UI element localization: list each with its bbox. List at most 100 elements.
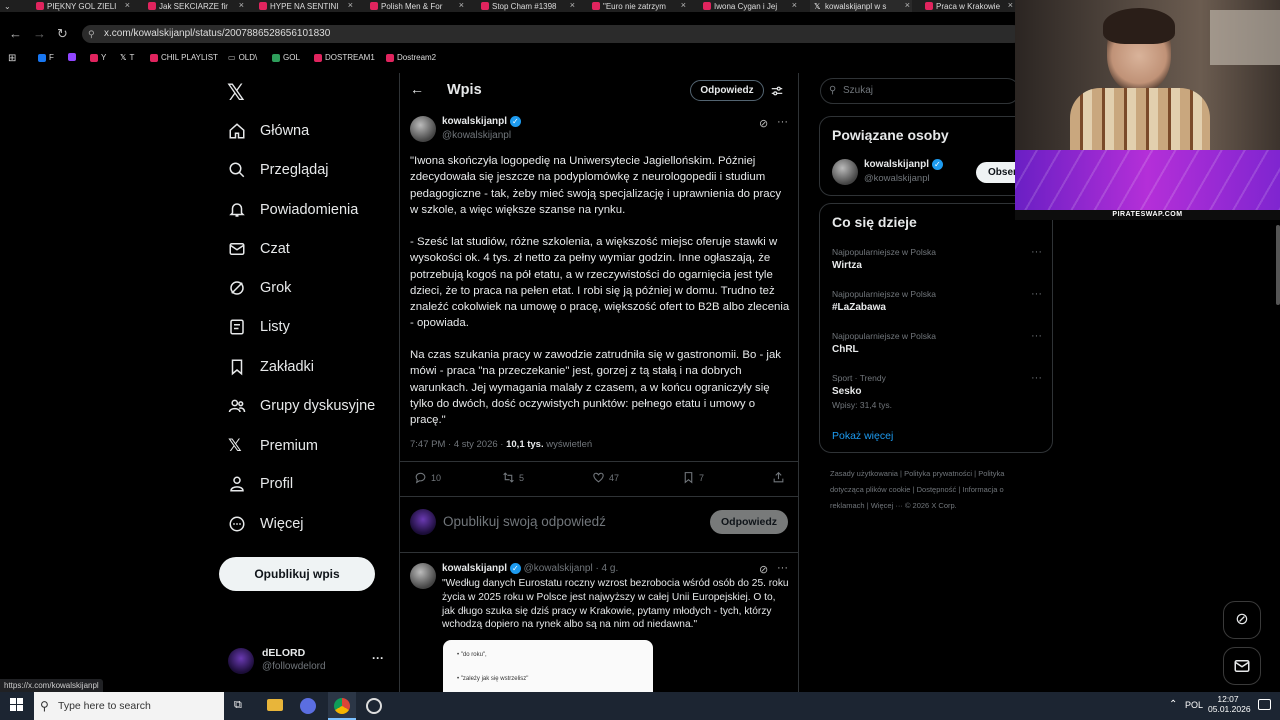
footer-link[interactable]: Więcej ··· bbox=[871, 501, 903, 510]
nav-item-bookmarks[interactable]: Zakładki bbox=[228, 358, 314, 376]
trend-item[interactable]: Najpopularniejsze w Polska #LaZabawa ··· bbox=[820, 284, 1052, 324]
trend-item[interactable]: Sport · Trendy Sesko Wpisy: 31,4 tys. ··… bbox=[820, 368, 1052, 418]
file-explorer-icon[interactable] bbox=[267, 699, 283, 711]
more-dots-icon[interactable]: ··· bbox=[372, 651, 384, 665]
browser-tab[interactable]: Stop Cham #1398 × bbox=[477, 0, 577, 12]
close-icon[interactable]: × bbox=[570, 0, 575, 10]
avatar[interactable] bbox=[832, 159, 858, 185]
nav-item-communities[interactable]: Grupy dyskusyjne bbox=[228, 397, 375, 415]
more-dots-icon[interactable]: ··· bbox=[1031, 288, 1042, 300]
forward-arrow-icon[interactable]: → bbox=[33, 26, 46, 41]
tab-list-button[interactable]: ⌄ bbox=[0, 0, 20, 12]
nav-item-more[interactable]: Więcej bbox=[228, 515, 304, 533]
avatar[interactable] bbox=[410, 563, 436, 589]
browser-tab[interactable]: Praca w Krakowie × bbox=[921, 0, 1015, 12]
close-icon[interactable]: × bbox=[681, 0, 686, 10]
bookmark-item[interactable]: GOL bbox=[272, 53, 300, 62]
grok-float-button[interactable]: ⊘ bbox=[1223, 601, 1261, 639]
nav-item-chat[interactable]: Czat bbox=[228, 240, 290, 258]
bookmark-item[interactable]: Dostream2 bbox=[386, 53, 436, 62]
reply-tweet-header[interactable]: kowalskijanpl ✓ @kowalskijanpl · 4 g. bbox=[442, 563, 618, 574]
site-info-icon[interactable]: ⚲ bbox=[88, 25, 95, 43]
bookmark-folder[interactable]: ▭ OLD\ bbox=[228, 53, 257, 62]
nav-item-grok[interactable]: Grok bbox=[228, 279, 291, 297]
reply-header-button[interactable]: Odpowiedz bbox=[690, 80, 764, 101]
bookmark-item[interactable] bbox=[68, 53, 76, 61]
nav-item-notifications[interactable]: Powiadomienia bbox=[228, 201, 358, 219]
show-more-link[interactable]: Pokaż więcej bbox=[832, 430, 893, 442]
reply-input[interactable]: Opublikuj swoją odpowiedź bbox=[443, 514, 606, 529]
reload-icon[interactable]: ↻ bbox=[57, 26, 68, 42]
page-scrollbar[interactable] bbox=[1276, 225, 1280, 305]
apps-grid-icon[interactable]: ⊞ bbox=[8, 53, 16, 64]
settings-sliders-icon[interactable] bbox=[770, 84, 784, 98]
more-dots-icon[interactable]: ··· bbox=[1031, 372, 1042, 384]
footer-link[interactable]: Zasady użytkowania bbox=[830, 469, 898, 478]
like-action[interactable]: 47 bbox=[592, 471, 619, 484]
nav-item-profile[interactable]: Profil bbox=[228, 475, 293, 493]
search-input[interactable]: ⚲ Szukaj bbox=[820, 78, 1020, 104]
close-icon[interactable]: × bbox=[1008, 0, 1013, 10]
browser-tab[interactable]: HYPE NA SENTINI × bbox=[255, 0, 355, 12]
post-button[interactable]: Opublikuj wpis bbox=[219, 557, 375, 591]
browser-tab[interactable]: Polish Men & For × bbox=[366, 0, 466, 12]
account-switcher[interactable]: dELORD @followdelord ··· bbox=[228, 646, 388, 678]
back-arrow-icon[interactable]: ← bbox=[9, 26, 22, 41]
notification-icon[interactable] bbox=[1258, 699, 1271, 710]
nav-item-home[interactable]: Główna bbox=[228, 122, 309, 140]
trend-item[interactable]: Najpopularniejsze w Polska Wirtza ··· bbox=[820, 242, 1052, 282]
input-language[interactable]: POL bbox=[1185, 700, 1203, 710]
footer-link[interactable]: Dostępność bbox=[917, 485, 957, 494]
close-icon[interactable]: × bbox=[348, 0, 353, 10]
x-logo-icon[interactable]: 𝕏 bbox=[227, 80, 245, 106]
footer-link[interactable]: Polityka prywatności bbox=[904, 469, 972, 478]
browser-tab[interactable]: "Euro nie zatrzym × bbox=[588, 0, 688, 12]
windows-start-icon[interactable] bbox=[10, 698, 24, 712]
browser-tab-active[interactable]: 𝕏kowalskijanpl w s × bbox=[810, 0, 912, 12]
trend-item[interactable]: Najpopularniejsze w Polska ChRL ··· bbox=[820, 326, 1052, 366]
more-dots-icon[interactable]: ··· bbox=[777, 116, 788, 128]
close-icon[interactable]: × bbox=[792, 0, 797, 10]
chevron-up-icon[interactable]: ⌃ bbox=[1169, 699, 1177, 710]
share-action[interactable] bbox=[772, 471, 785, 484]
browser-tab[interactable]: Iwona Cygan i Jej × bbox=[699, 0, 799, 12]
retweet-action[interactable]: 5 bbox=[502, 471, 524, 484]
bookmark-item[interactable]: DOSTREAM1 bbox=[314, 53, 375, 62]
bookmark-item[interactable]: 𝕏T bbox=[120, 53, 134, 62]
back-arrow-icon[interactable]: ← bbox=[410, 81, 424, 97]
clock[interactable]: 12:07 05.01.2026 bbox=[1208, 694, 1251, 714]
more-dots-icon[interactable]: ··· bbox=[777, 562, 788, 574]
bookmark-item[interactable]: CHIL PLAYLIST bbox=[150, 53, 218, 62]
related-person-name[interactable]: kowalskijanpl ✓ bbox=[864, 159, 943, 170]
reply-action[interactable]: 10 bbox=[414, 471, 441, 484]
chrome-taskbar-button[interactable] bbox=[328, 692, 356, 720]
close-icon[interactable]: × bbox=[459, 0, 464, 10]
bookmark-action[interactable]: 7 bbox=[682, 471, 704, 484]
grok-icon[interactable]: ⊘ bbox=[759, 117, 768, 130]
url-field[interactable]: ⚲ x.com/kowalskijanpl/status/20078865286… bbox=[82, 25, 1022, 43]
nav-item-premium[interactable]: 𝕏 Premium bbox=[228, 436, 318, 456]
avatar[interactable] bbox=[410, 116, 436, 142]
author-name[interactable]: kowalskijanpl ✓ bbox=[442, 116, 521, 127]
messages-float-button[interactable] bbox=[1223, 647, 1261, 685]
nav-item-lists[interactable]: Listy bbox=[228, 318, 290, 336]
taskbar-search-input[interactable]: ⚲ Type here to search bbox=[34, 692, 224, 720]
grok-icon[interactable]: ⊘ bbox=[759, 563, 768, 576]
close-icon[interactable]: × bbox=[905, 0, 910, 10]
task-view-icon[interactable]: ⧉ bbox=[234, 699, 242, 712]
bookmark-item[interactable]: F bbox=[38, 53, 54, 62]
browser-tab[interactable]: Jak SEKCIARZE fir × bbox=[144, 0, 246, 12]
nav-item-explore[interactable]: Przeglądaj bbox=[228, 161, 329, 179]
discord-icon[interactable] bbox=[300, 698, 316, 714]
browser-tab[interactable]: PIĘKNY GOL ZIELI × bbox=[32, 0, 132, 12]
close-icon[interactable]: × bbox=[125, 0, 130, 10]
tweet-media-card[interactable]: • "do roku", • "zależy jak się wstrzelis… bbox=[443, 640, 653, 700]
more-dots-icon[interactable]: ··· bbox=[1031, 330, 1042, 342]
more-dots-icon[interactable]: ··· bbox=[1031, 246, 1042, 258]
youtube-icon bbox=[314, 53, 322, 62]
reply-submit-button[interactable]: Odpowiedz bbox=[710, 510, 788, 534]
bookmark-item[interactable]: Y bbox=[90, 53, 106, 62]
app-icon[interactable] bbox=[366, 698, 382, 714]
author-handle[interactable]: @kowalskijanpl bbox=[442, 130, 511, 141]
close-icon[interactable]: × bbox=[239, 0, 244, 10]
